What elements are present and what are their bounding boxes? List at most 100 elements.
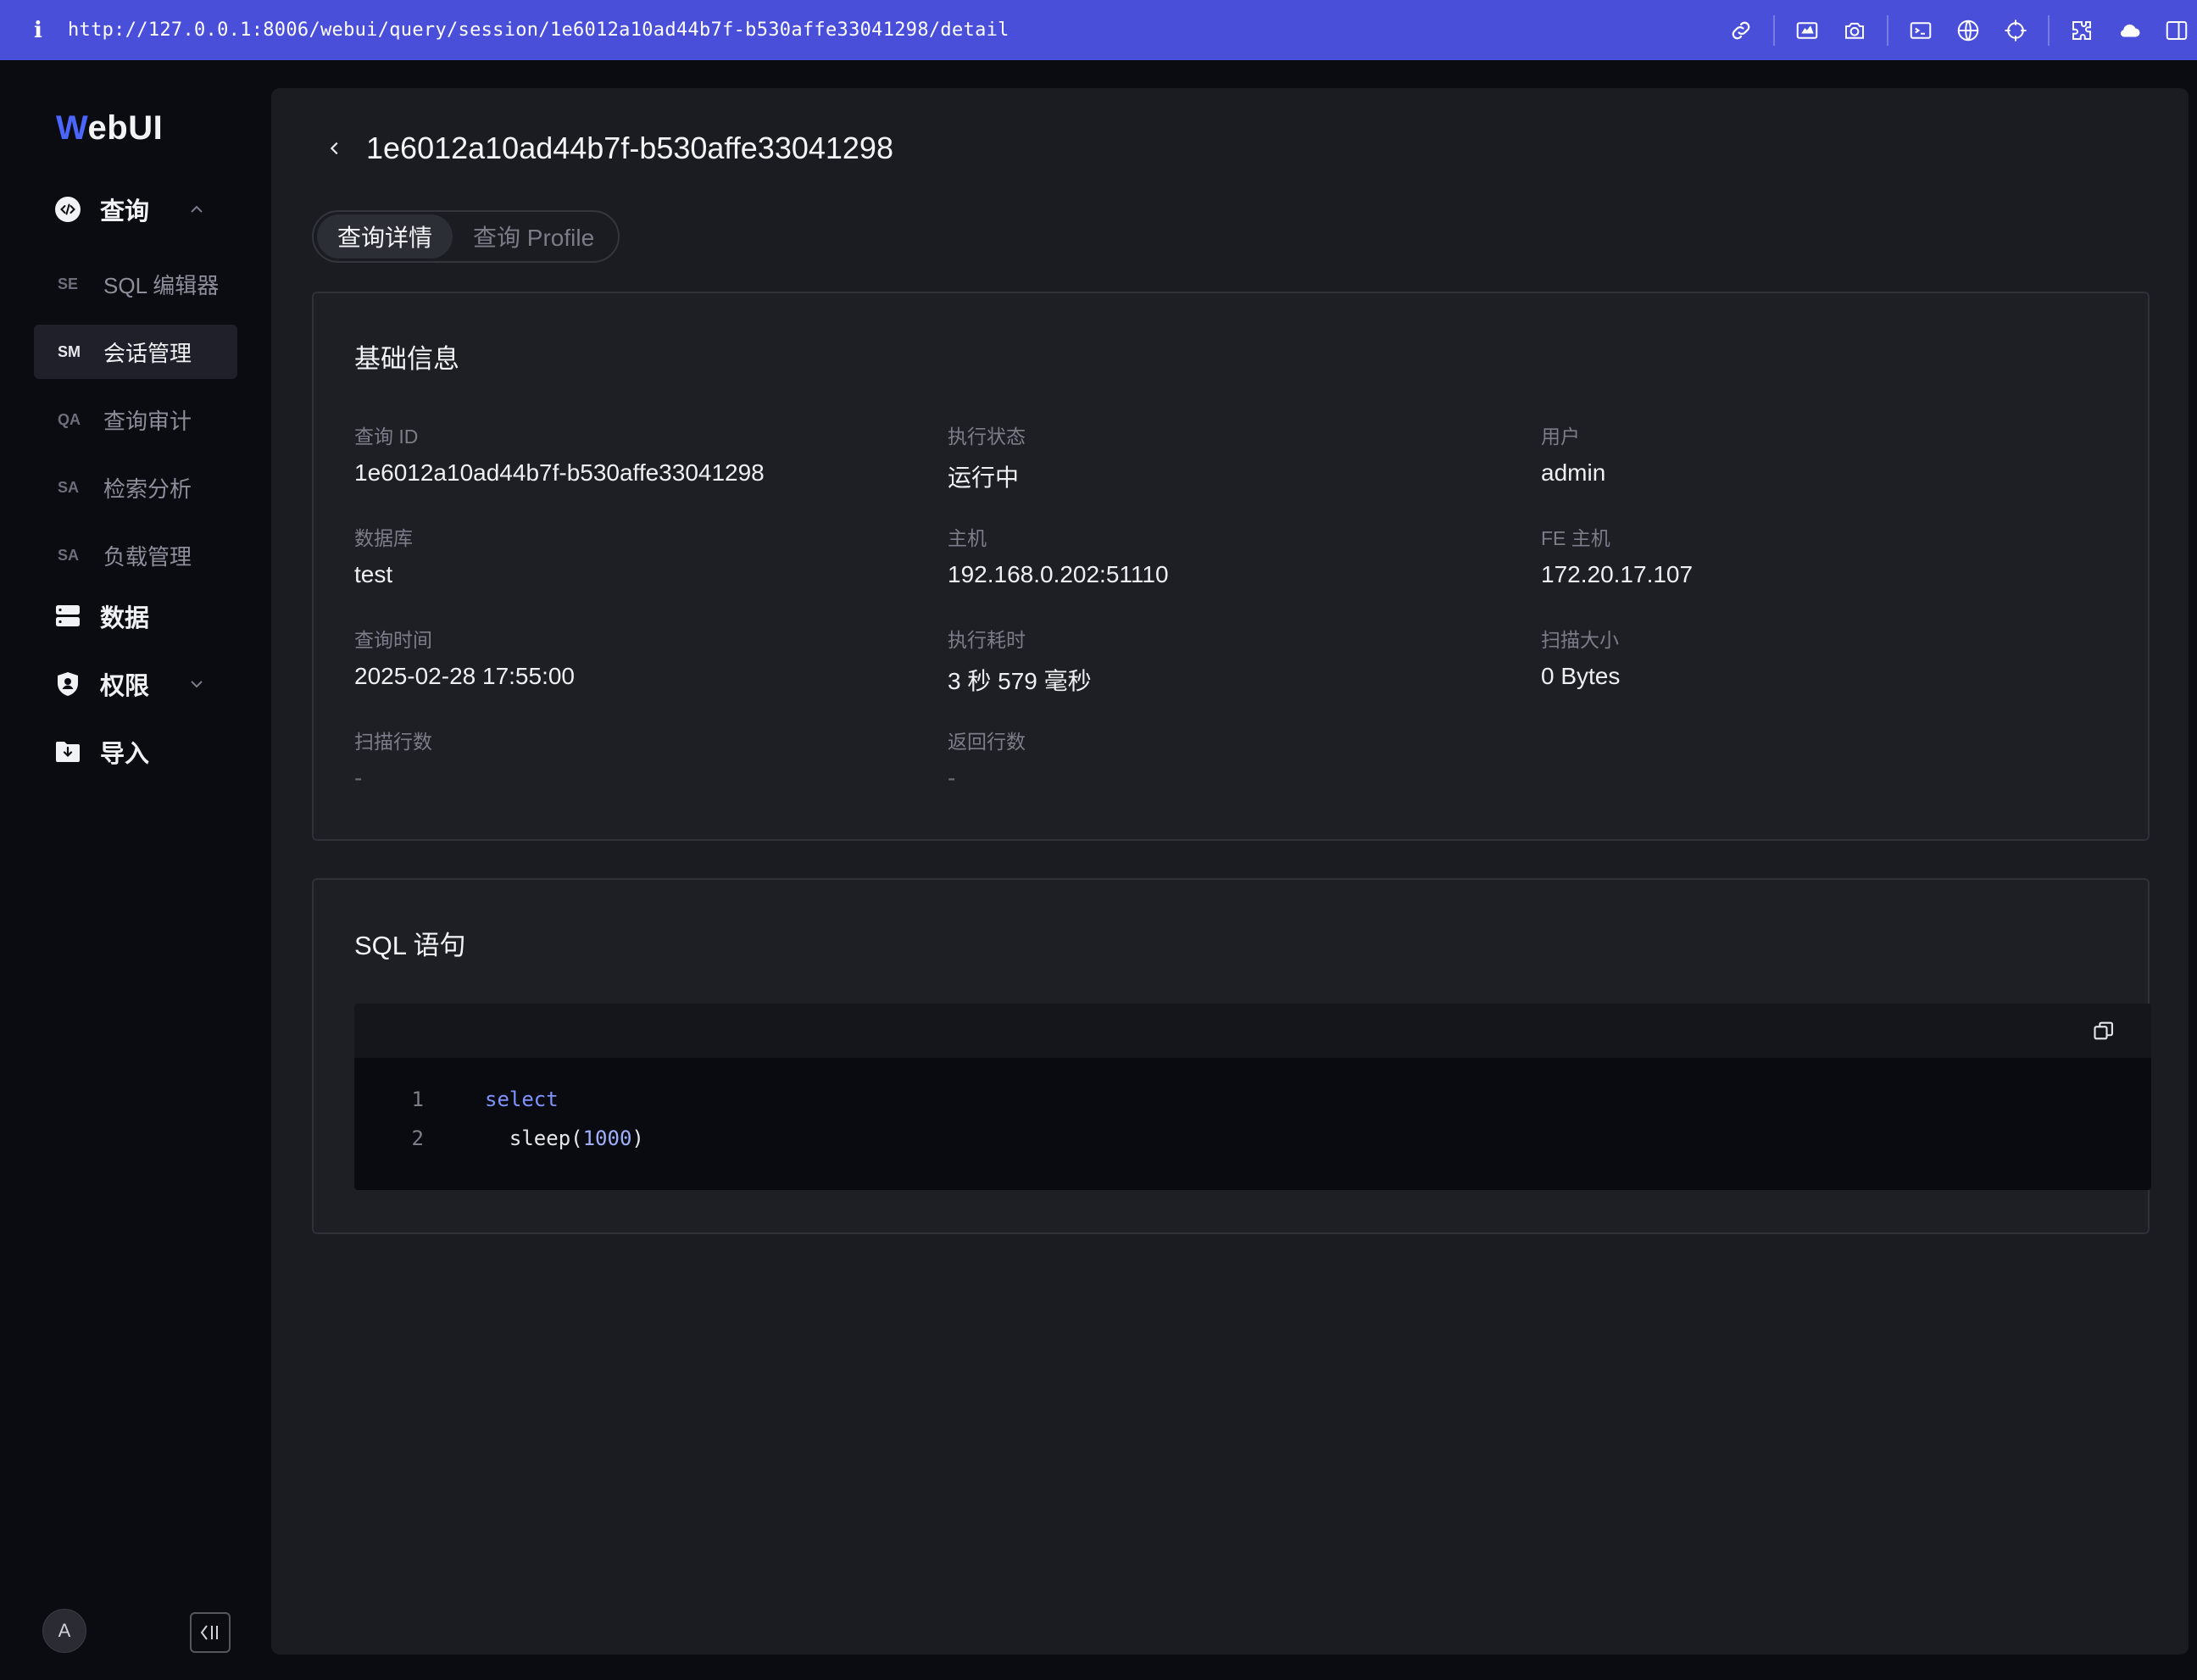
code-line: 1 select bbox=[354, 1080, 2151, 1119]
sidebar-item-workload-management[interactable]: SA 负载管理 bbox=[34, 528, 237, 582]
basic-info-card: 基础信息 查询 ID 1e6012a10ad44b7f-b530affe3304… bbox=[312, 292, 2150, 841]
sidebar: WebUI 查询 SE SQL 编辑器 SM 会话管理 QA 查询审计 SA 检… bbox=[0, 60, 271, 1680]
nav-item-abbr: SA bbox=[58, 546, 80, 564]
code-text: select bbox=[485, 1088, 559, 1111]
field-label: 执行耗时 bbox=[948, 629, 1026, 651]
logo-text: ebUI bbox=[87, 109, 164, 147]
field-value: 2025-02-28 17:55:00 bbox=[354, 663, 575, 689]
globe-icon[interactable] bbox=[1953, 15, 1983, 46]
crosshair-icon[interactable] bbox=[2000, 15, 2031, 46]
field-value: test bbox=[354, 561, 393, 587]
collapse-left-icon bbox=[200, 1625, 218, 1640]
field-value: - bbox=[354, 765, 363, 791]
nav-group-label: 权限 bbox=[100, 673, 150, 700]
page-header: 1e6012a10ad44b7f-b530affe33041298 bbox=[322, 131, 893, 166]
code-bubble-icon bbox=[54, 196, 81, 223]
camera-icon[interactable] bbox=[1839, 15, 1870, 46]
nav-group-label: 查询 bbox=[100, 198, 150, 225]
field-label: 主机 bbox=[948, 527, 987, 549]
sidebar-item-query-audit[interactable]: QA 查询审计 bbox=[34, 392, 237, 447]
field-scan-rows: 扫描行数 - bbox=[354, 726, 931, 792]
code-line: 2 sleep(1000) bbox=[354, 1119, 2151, 1158]
browser-toolbar bbox=[1726, 0, 2197, 60]
tab-switcher: 查询详情 查询 Profile bbox=[312, 210, 620, 263]
main-content: 1e6012a10ad44b7f-b530affe33041298 查询详情 查… bbox=[271, 88, 2189, 1655]
url-text[interactable]: http://127.0.0.1:8006/webui/query/sessio… bbox=[68, 19, 1010, 41]
database-icon bbox=[54, 603, 81, 630]
extension-puzzle-icon[interactable] bbox=[2066, 15, 2097, 46]
nav-item-abbr: SM bbox=[58, 342, 81, 360]
field-label: 用户 bbox=[1541, 426, 1580, 448]
chevron-down-icon bbox=[191, 681, 203, 688]
page-title: 1e6012a10ad44b7f-b530affe33041298 bbox=[366, 131, 893, 165]
sql-statement-card: SQL 语句 1 select 2 sleep(1000) bbox=[312, 878, 2151, 1234]
field-scan-size: 扫描大小 0 Bytes bbox=[1541, 624, 2117, 690]
sidebar-item-session-management[interactable]: SM 会话管理 bbox=[34, 325, 237, 379]
nav-group-data[interactable]: 数据 bbox=[34, 582, 237, 650]
sql-keyword: select bbox=[485, 1088, 559, 1111]
sidebar-panel-icon[interactable] bbox=[2161, 15, 2192, 46]
field-label: 扫描行数 bbox=[354, 731, 432, 753]
link-icon[interactable] bbox=[1726, 15, 1756, 46]
toolbar-divider bbox=[1887, 14, 1888, 46]
field-value: 1e6012a10ad44b7f-b530affe33041298 bbox=[354, 459, 765, 486]
nav-item-label: 查询审计 bbox=[103, 408, 192, 434]
field-value: 192.168.0.202:51110 bbox=[948, 561, 1169, 587]
chevron-up-icon bbox=[191, 205, 203, 213]
card-title: 基础信息 bbox=[354, 344, 459, 374]
field-label: 数据库 bbox=[354, 527, 413, 549]
avatar[interactable]: A bbox=[42, 1609, 86, 1653]
cloud-icon[interactable] bbox=[2114, 15, 2144, 46]
tab-query-detail[interactable]: 查询详情 bbox=[317, 214, 453, 259]
field-database: 数据库 test bbox=[354, 522, 931, 588]
field-value: admin bbox=[1541, 459, 1606, 486]
nav-item-abbr: QA bbox=[58, 410, 81, 428]
nav-item-label: SQL 编辑器 bbox=[103, 272, 220, 298]
collapse-sidebar-button[interactable] bbox=[190, 1612, 231, 1653]
nav-item-label: 检索分析 bbox=[103, 476, 192, 502]
field-exec-duration: 执行耗时 3 秒 579 毫秒 bbox=[948, 624, 1524, 697]
browser-address-bar: i http://127.0.0.1:8006/webui/query/sess… bbox=[0, 0, 2197, 60]
line-number: 1 bbox=[411, 1088, 424, 1111]
code-block-header bbox=[354, 1004, 2151, 1058]
nav-item-abbr: SA bbox=[58, 478, 80, 496]
field-value: 0 Bytes bbox=[1541, 663, 1621, 689]
field-label: 查询 ID bbox=[354, 426, 419, 448]
back-arrow-icon[interactable] bbox=[322, 136, 348, 161]
shield-user-icon bbox=[54, 670, 81, 698]
logo-mark: W bbox=[56, 109, 88, 147]
sql-function-call: sleep( bbox=[485, 1126, 583, 1150]
folder-download-icon bbox=[54, 738, 81, 765]
sql-code-block[interactable]: 1 select 2 sleep(1000) bbox=[354, 1004, 2151, 1190]
field-label: 查询时间 bbox=[354, 629, 432, 651]
info-icon[interactable]: i bbox=[25, 18, 51, 43]
sidebar-item-sql-editor[interactable]: SE SQL 编辑器 bbox=[34, 257, 237, 311]
toolbar-divider bbox=[1773, 14, 1775, 46]
tab-query-profile[interactable]: 查询 Profile bbox=[453, 214, 615, 259]
card-title: SQL 语句 bbox=[354, 931, 466, 960]
field-value: 3 秒 579 毫秒 bbox=[948, 668, 1092, 694]
sidebar-nav: 查询 SE SQL 编辑器 SM 会话管理 QA 查询审计 SA 检索分析 SA… bbox=[34, 175, 237, 786]
copy-icon[interactable] bbox=[2092, 1019, 2116, 1043]
nav-item-label: 负载管理 bbox=[103, 543, 192, 570]
field-exec-status: 执行状态 运行中 bbox=[948, 420, 1524, 493]
code-lines: 1 select 2 sleep(1000) bbox=[354, 1058, 2151, 1158]
nav-group-import[interactable]: 导入 bbox=[34, 718, 237, 786]
field-query-id: 查询 ID 1e6012a10ad44b7f-b530affe33041298 bbox=[354, 420, 931, 487]
sidebar-item-search-analysis[interactable]: SA 检索分析 bbox=[34, 460, 237, 515]
toolbar-divider bbox=[2048, 14, 2050, 46]
nav-group-permissions[interactable]: 权限 bbox=[34, 650, 237, 718]
webui-logo[interactable]: WebUI bbox=[56, 109, 163, 147]
nav-group-query[interactable]: 查询 bbox=[34, 175, 237, 243]
terminal-icon[interactable] bbox=[1905, 15, 1936, 46]
field-user: 用户 admin bbox=[1541, 420, 2117, 487]
nav-group-label: 数据 bbox=[100, 605, 150, 632]
nav-item-abbr: SE bbox=[58, 275, 79, 292]
field-value: 172.20.17.107 bbox=[1541, 561, 1694, 587]
screenshot-area-icon[interactable] bbox=[1792, 15, 1822, 46]
field-label: FE 主机 bbox=[1541, 527, 1610, 549]
field-return-rows: 返回行数 - bbox=[948, 726, 1524, 792]
field-label: 返回行数 bbox=[948, 731, 1026, 753]
field-fe-host: FE 主机 172.20.17.107 bbox=[1541, 522, 2117, 588]
field-query-time: 查询时间 2025-02-28 17:55:00 bbox=[354, 624, 931, 690]
